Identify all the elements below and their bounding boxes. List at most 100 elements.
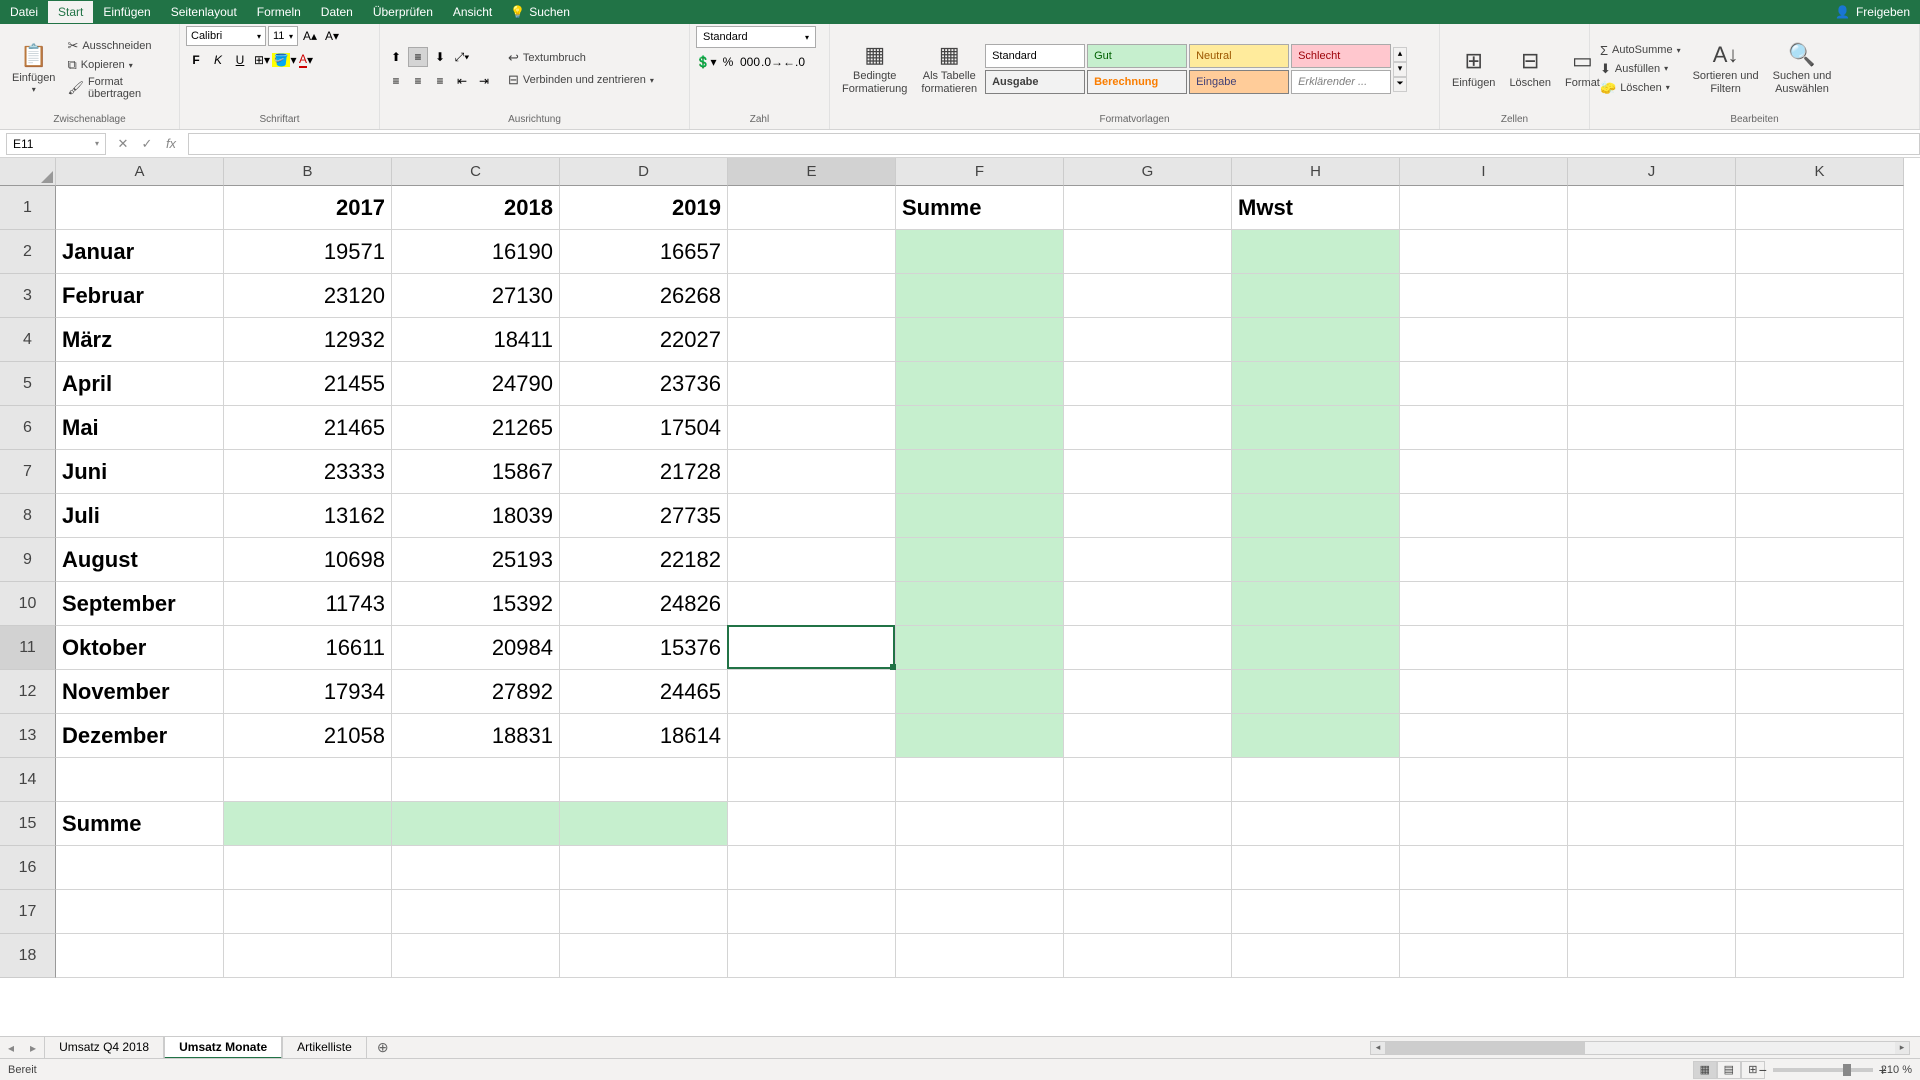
cell[interactable]: Oktober bbox=[56, 626, 224, 670]
cell[interactable] bbox=[1400, 934, 1568, 978]
cell[interactable]: 2018 bbox=[392, 186, 560, 230]
cell[interactable]: 11743 bbox=[224, 582, 392, 626]
align-right-button[interactable]: ≡ bbox=[430, 71, 450, 91]
row-header[interactable]: 18 bbox=[0, 934, 56, 978]
row-header[interactable]: 14 bbox=[0, 758, 56, 802]
cell[interactable] bbox=[1400, 318, 1568, 362]
cell[interactable] bbox=[1064, 230, 1232, 274]
increase-decimal-button[interactable]: .0→ bbox=[762, 52, 782, 72]
menu-tab-überprüfen[interactable]: Überprüfen bbox=[363, 1, 443, 23]
cell[interactable] bbox=[1232, 406, 1400, 450]
cell[interactable] bbox=[1064, 406, 1232, 450]
cell[interactable] bbox=[392, 934, 560, 978]
cell[interactable]: 16611 bbox=[224, 626, 392, 670]
orientation-button[interactable]: ⤢▾ bbox=[452, 47, 472, 67]
cell[interactable] bbox=[392, 890, 560, 934]
cell[interactable]: 23736 bbox=[560, 362, 728, 406]
style-eingabe[interactable]: Eingabe bbox=[1189, 70, 1289, 94]
style-schlecht[interactable]: Schlecht bbox=[1291, 44, 1391, 68]
cell[interactable]: 18039 bbox=[392, 494, 560, 538]
style-erklaerend[interactable]: Erklärender ... bbox=[1291, 70, 1391, 94]
cell[interactable] bbox=[224, 802, 392, 846]
cell[interactable] bbox=[392, 802, 560, 846]
cell[interactable] bbox=[1736, 450, 1904, 494]
percent-format-button[interactable]: % bbox=[718, 52, 738, 72]
cell[interactable] bbox=[1400, 714, 1568, 758]
cell[interactable] bbox=[1568, 802, 1736, 846]
row-header[interactable]: 1 bbox=[0, 186, 56, 230]
cell[interactable] bbox=[1400, 274, 1568, 318]
cell[interactable]: Januar bbox=[56, 230, 224, 274]
menu-tab-einfügen[interactable]: Einfügen bbox=[93, 1, 160, 23]
cell[interactable] bbox=[1568, 318, 1736, 362]
accounting-format-button[interactable]: 💲▾ bbox=[696, 52, 716, 72]
style-gut[interactable]: Gut bbox=[1087, 44, 1187, 68]
cell[interactable] bbox=[1736, 318, 1904, 362]
increase-indent-button[interactable]: ⇥ bbox=[474, 71, 494, 91]
cell[interactable] bbox=[1568, 538, 1736, 582]
cell[interactable] bbox=[56, 890, 224, 934]
delete-cells-button[interactable]: ⊟Löschen bbox=[1503, 46, 1557, 92]
cell[interactable] bbox=[728, 406, 896, 450]
cell[interactable] bbox=[1736, 274, 1904, 318]
cell[interactable] bbox=[1568, 362, 1736, 406]
cell[interactable] bbox=[896, 230, 1064, 274]
cell[interactable]: 18411 bbox=[392, 318, 560, 362]
cell[interactable] bbox=[1232, 582, 1400, 626]
cell[interactable] bbox=[1064, 714, 1232, 758]
cell[interactable] bbox=[56, 758, 224, 802]
cell[interactable] bbox=[1064, 450, 1232, 494]
cell[interactable] bbox=[1568, 494, 1736, 538]
insert-cells-button[interactable]: ⊞Einfügen bbox=[1446, 46, 1501, 92]
cell[interactable] bbox=[1400, 538, 1568, 582]
row-header[interactable]: 9 bbox=[0, 538, 56, 582]
cell[interactable] bbox=[1568, 186, 1736, 230]
cell[interactable] bbox=[1568, 670, 1736, 714]
style-berechnung[interactable]: Berechnung bbox=[1087, 70, 1187, 94]
cell[interactable] bbox=[1232, 714, 1400, 758]
cell[interactable] bbox=[1736, 186, 1904, 230]
style-neutral[interactable]: Neutral bbox=[1189, 44, 1289, 68]
cell[interactable] bbox=[1400, 802, 1568, 846]
cell[interactable]: Februar bbox=[56, 274, 224, 318]
cell[interactable]: 25193 bbox=[392, 538, 560, 582]
cell[interactable] bbox=[1064, 758, 1232, 802]
zoom-thumb[interactable] bbox=[1843, 1064, 1851, 1076]
align-middle-button[interactable]: ≡ bbox=[408, 47, 428, 67]
row-header[interactable]: 15 bbox=[0, 802, 56, 846]
cell[interactable]: 12932 bbox=[224, 318, 392, 362]
cell[interactable]: 2017 bbox=[224, 186, 392, 230]
cell[interactable] bbox=[560, 802, 728, 846]
cell[interactable] bbox=[896, 406, 1064, 450]
border-button[interactable]: ⊞▾ bbox=[252, 50, 272, 70]
zoom-out-button[interactable]: − bbox=[1759, 1062, 1767, 1078]
cell[interactable] bbox=[1400, 450, 1568, 494]
conditional-formatting-button[interactable]: ▦Bedingte Formatierung bbox=[836, 40, 913, 99]
cell[interactable] bbox=[1736, 230, 1904, 274]
horizontal-scrollbar[interactable]: ◂ ▸ bbox=[1370, 1041, 1910, 1055]
copy-button[interactable]: ⧉Kopieren▾ bbox=[63, 56, 173, 74]
cell[interactable] bbox=[728, 362, 896, 406]
cell[interactable]: 24826 bbox=[560, 582, 728, 626]
merge-center-button[interactable]: ⊟Verbinden und zentrieren▾ bbox=[504, 71, 658, 89]
add-sheet-button[interactable]: ⊕ bbox=[367, 1039, 399, 1056]
cell[interactable] bbox=[1568, 626, 1736, 670]
find-select-button[interactable]: 🔍Suchen und Auswählen bbox=[1767, 40, 1838, 99]
cell[interactable]: 22182 bbox=[560, 538, 728, 582]
cell[interactable] bbox=[896, 538, 1064, 582]
cell[interactable] bbox=[1232, 890, 1400, 934]
menu-tab-formeln[interactable]: Formeln bbox=[247, 1, 311, 23]
name-box[interactable]: E11▾ bbox=[6, 133, 106, 155]
cell[interactable] bbox=[560, 758, 728, 802]
fx-button[interactable]: fx bbox=[160, 133, 182, 155]
cell[interactable]: 10698 bbox=[224, 538, 392, 582]
column-header[interactable]: G bbox=[1064, 158, 1232, 186]
bold-button[interactable]: F bbox=[186, 50, 206, 70]
column-header[interactable]: E bbox=[728, 158, 896, 186]
autosum-button[interactable]: ΣAutoSumme▾ bbox=[1596, 42, 1685, 59]
cell[interactable]: 15392 bbox=[392, 582, 560, 626]
cell[interactable]: 21455 bbox=[224, 362, 392, 406]
cell[interactable] bbox=[1064, 318, 1232, 362]
cell[interactable] bbox=[224, 890, 392, 934]
column-header[interactable]: K bbox=[1736, 158, 1904, 186]
